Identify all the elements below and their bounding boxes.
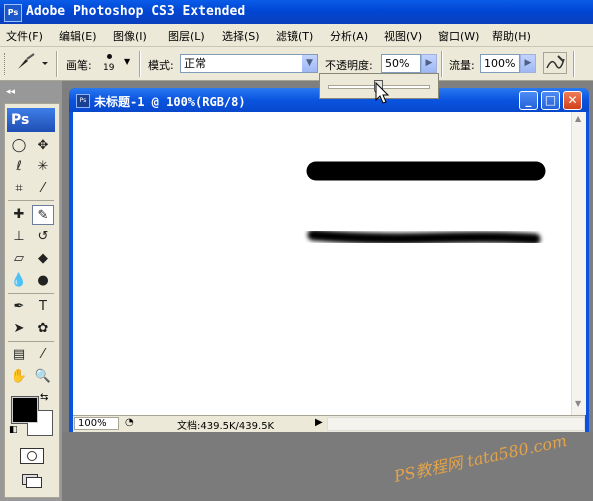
options-grip[interactable] <box>4 53 8 75</box>
tool-preset-picker[interactable] <box>14 53 54 73</box>
status-arrow-icon[interactable]: ▶ <box>315 417 323 428</box>
type-tool-icon[interactable]: T <box>32 297 54 317</box>
brush-picker[interactable]: 19 ▼ <box>100 51 136 77</box>
photoshop-app-icon: Ps <box>4 4 22 22</box>
marquee-tool-icon[interactable]: ◯ <box>8 136 30 156</box>
opacity-input[interactable]: 50% <box>381 54 421 73</box>
notes-tool-icon[interactable]: ▤ <box>8 345 30 365</box>
menu-select[interactable]: 选择(S) <box>222 28 260 44</box>
menu-view[interactable]: 视图(V) <box>384 28 422 44</box>
vertical-scrollbar[interactable]: ▲ ▼ <box>571 112 586 415</box>
quick-mask-icon[interactable] <box>20 448 44 464</box>
brush-tip-icon <box>107 54 112 59</box>
horizontal-scrollbar[interactable] <box>327 417 585 431</box>
default-colors-icon[interactable]: ◧ <box>9 425 18 435</box>
screen-mode-icon[interactable] <box>20 472 42 488</box>
document-canvas[interactable]: ▲ ▼ <box>73 112 586 415</box>
ps-badge: Ps <box>7 108 55 132</box>
brush-label: 画笔: <box>66 59 92 72</box>
menu-help[interactable]: 帮助(H) <box>492 28 531 44</box>
eyedropper-tool-icon[interactable]: ⁄ <box>32 345 54 365</box>
flow-label: 流量: <box>449 59 475 72</box>
brush-tool-icon[interactable]: ✎ <box>32 205 54 225</box>
cursor-arrow-icon <box>375 82 390 104</box>
paint-bucket-tool-icon[interactable]: ◆ <box>32 249 54 269</box>
airbrush-icon <box>546 55 565 69</box>
custom-shape-tool-icon[interactable]: ✿ <box>32 319 54 339</box>
canvas-drawing <box>306 161 546 245</box>
app-title: Adobe Photoshop CS3 Extended <box>26 4 246 19</box>
menu-bar: 文件(F) 编辑(E) 图像(I) 图层(L) 选择(S) 滤镜(T) 分析(A… <box>0 24 593 47</box>
slice-tool-icon[interactable]: ⁄ <box>32 179 54 199</box>
opacity-slider-toggle[interactable]: ▶ <box>421 54 437 73</box>
menu-filter[interactable]: 滤镜(T) <box>276 28 313 44</box>
app-title-bar: Ps Adobe Photoshop CS3 Extended <box>0 0 593 24</box>
soft-brush-stroke <box>307 229 541 245</box>
flow-input[interactable]: 100% <box>480 54 520 73</box>
dodge-tool-icon[interactable]: ● <box>32 271 54 291</box>
pen-tool-icon[interactable]: ✒ <box>8 297 30 317</box>
blur-tool-icon[interactable]: 💧 <box>8 271 30 291</box>
clone-stamp-tool-icon[interactable]: ⊥ <box>8 227 30 247</box>
move-tool-icon[interactable]: ✥ <box>32 136 54 156</box>
collapse-icon[interactable]: ◂◂ <box>6 87 15 97</box>
options-bar: 画笔: 19 ▼ 模式: 正常 ▼ 不透明度: 50% ▶ 流量: 100% ▶ <box>0 47 593 81</box>
scroll-up-icon[interactable]: ▲ <box>575 114 581 123</box>
flow-slider-toggle[interactable]: ▶ <box>520 54 536 73</box>
path-selection-tool-icon[interactable]: ➤ <box>8 319 30 339</box>
document-window: Ps 未标题-1 @ 100%(RGB/8) _ □ ✕ ▲ ▼ 100% ◔ … <box>69 88 589 432</box>
menu-window[interactable]: 窗口(W) <box>438 28 479 44</box>
zoom-tool-icon[interactable]: 🔍 <box>32 367 54 387</box>
chevron-right-icon: ▶ <box>425 58 433 68</box>
scroll-down-icon[interactable]: ▼ <box>575 399 581 408</box>
healing-brush-tool-icon[interactable]: ✚ <box>8 205 30 225</box>
status-menu-icon[interactable]: ◔ <box>125 417 134 428</box>
mode-value: 正常 <box>184 57 206 70</box>
zoom-level-input[interactable]: 100% <box>74 417 119 430</box>
airbrush-toggle[interactable] <box>543 52 567 74</box>
document-status-bar: 100% ◔ 文档:439.5K/439.5K ▶ <box>73 415 585 432</box>
document-title: 未标题-1 @ 100%(RGB/8) <box>94 95 246 109</box>
menu-image[interactable]: 图像(I) <box>113 28 147 44</box>
lasso-tool-icon[interactable]: ℓ <box>8 157 30 177</box>
crop-tool-icon[interactable]: ⌗ <box>8 179 30 199</box>
foreground-color-swatch-front[interactable] <box>12 397 38 423</box>
hand-tool-icon[interactable]: ✋ <box>8 367 30 387</box>
eraser-tool-icon[interactable]: ▱ <box>8 249 30 269</box>
doc-info: 文档:439.5K/439.5K <box>177 421 275 432</box>
minimize-button[interactable]: _ <box>519 91 538 110</box>
chevron-down-icon: ▼ <box>124 57 131 66</box>
maximize-button[interactable]: □ <box>541 91 560 110</box>
document-icon: Ps <box>76 94 90 108</box>
close-button[interactable]: ✕ <box>563 91 582 110</box>
swap-colors-icon[interactable]: ⇆ <box>40 392 48 403</box>
chevron-down-icon: ▼ <box>302 55 317 72</box>
opacity-label: 不透明度: <box>325 59 373 72</box>
menu-analysis[interactable]: 分析(A) <box>330 28 368 44</box>
mode-label: 模式: <box>148 59 174 72</box>
brush-size: 19 <box>103 63 115 73</box>
mode-select[interactable]: 正常 ▼ <box>180 54 318 73</box>
brush-preset-icon <box>18 53 48 69</box>
menu-layer[interactable]: 图层(L) <box>168 28 205 44</box>
magic-wand-tool-icon[interactable]: ✳ <box>32 157 54 177</box>
menu-file[interactable]: 文件(F) <box>6 28 43 44</box>
menu-edit[interactable]: 编辑(E) <box>59 28 97 44</box>
history-brush-tool-icon[interactable]: ↺ <box>32 227 54 247</box>
chevron-right-icon: ▶ <box>524 58 532 68</box>
